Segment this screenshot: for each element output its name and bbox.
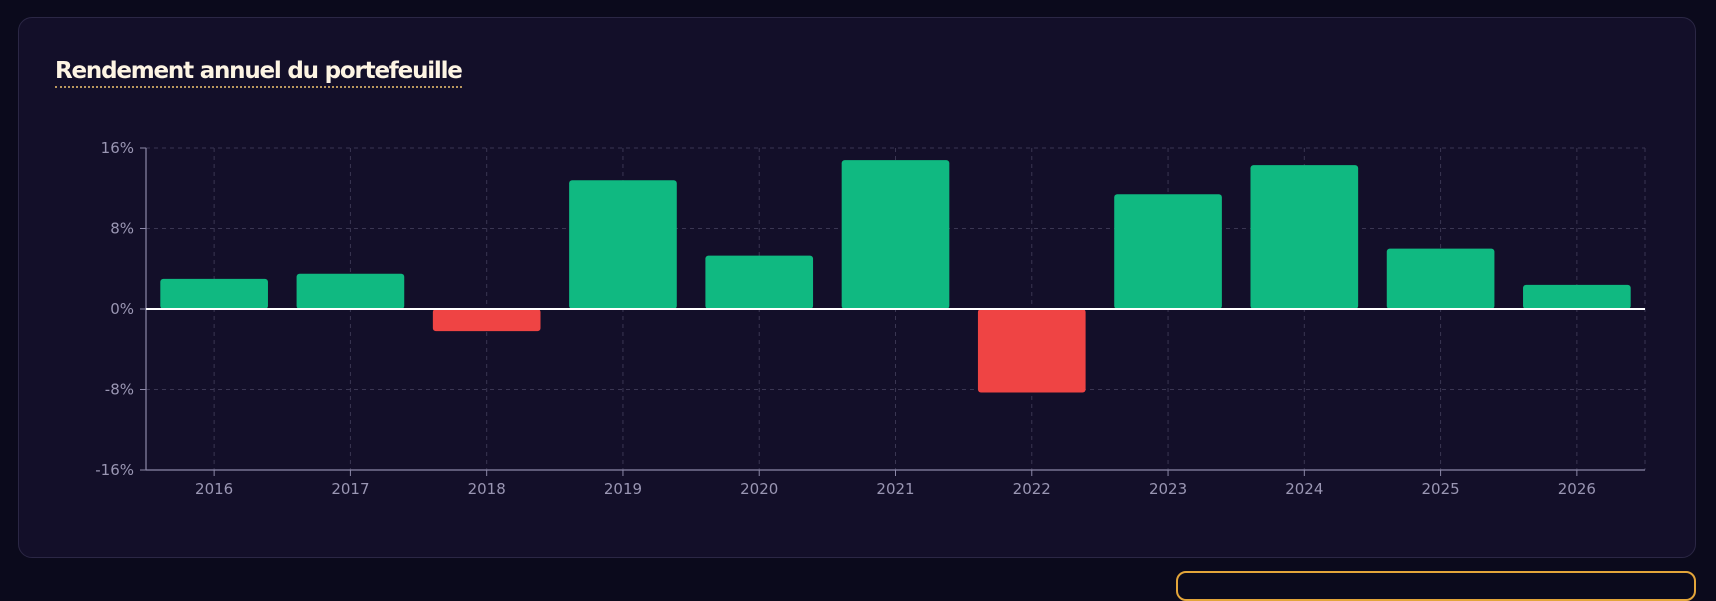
x-tick-label: 2022 — [1013, 480, 1051, 498]
y-tick-label: 0% — [110, 300, 134, 318]
bar-chart: 16% 8% 0% -8% -16% 2016 2017 2018 2019 2020 2021 20… — [95, 139, 1646, 498]
bar-2020[interactable] — [705, 255, 814, 309]
x-tick-label: 2025 — [1421, 480, 1459, 498]
bar-2025[interactable] — [1386, 248, 1495, 309]
bar-2021[interactable] — [841, 160, 950, 309]
bar-2022[interactable] — [977, 309, 1086, 393]
bar-2017[interactable] — [296, 273, 405, 309]
x-tick-label: 2020 — [740, 480, 778, 498]
x-tick-label: 2018 — [468, 480, 506, 498]
y-tick-label: 8% — [110, 220, 134, 238]
x-tick-label: 2017 — [331, 480, 369, 498]
y-tick-label: -8% — [105, 381, 134, 399]
bar-2016[interactable] — [160, 278, 268, 309]
x-tick-label: 2023 — [1149, 480, 1187, 498]
y-tick-label: 16% — [101, 139, 134, 157]
bar-2018[interactable] — [432, 309, 541, 332]
x-tick-label: 2016 — [195, 480, 233, 498]
partial-action-button[interactable] — [1176, 571, 1696, 601]
x-tick-label: 2021 — [876, 480, 914, 498]
x-tick-label: 2026 — [1558, 480, 1596, 498]
bar-2023[interactable] — [1114, 194, 1222, 309]
bar-2019[interactable] — [569, 180, 677, 309]
x-tick-label: 2019 — [604, 480, 642, 498]
bar-2024[interactable] — [1250, 165, 1359, 309]
bar-2026[interactable] — [1523, 284, 1631, 309]
x-tick-label: 2024 — [1285, 480, 1323, 498]
y-tick-label: -16% — [95, 461, 134, 479]
